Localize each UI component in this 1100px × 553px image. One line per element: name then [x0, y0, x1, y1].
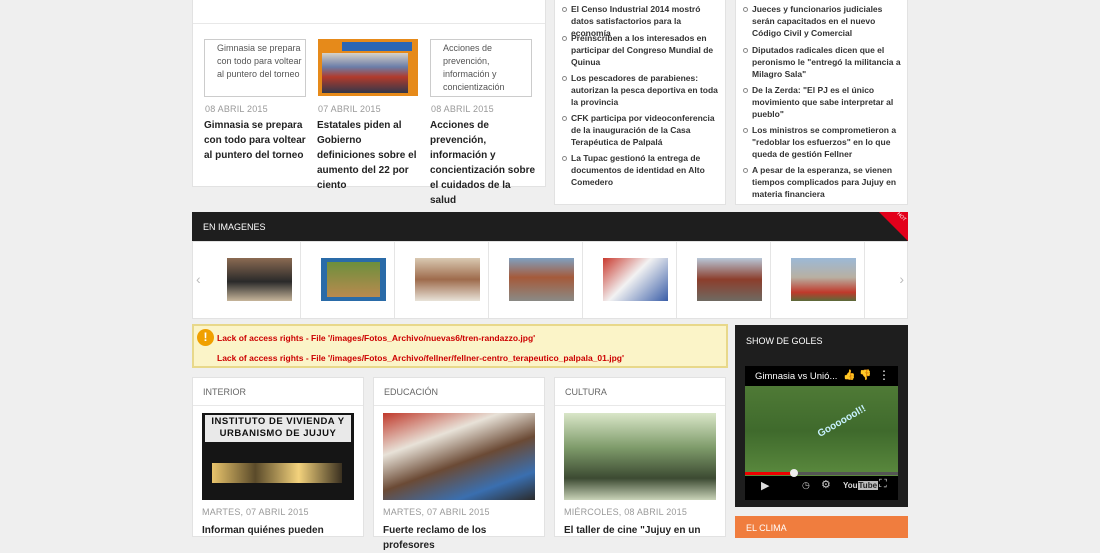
section-cultura-title[interactable]: CULTURA [565, 387, 607, 397]
news-thumb-2[interactable] [318, 39, 418, 96]
photo-banner [342, 42, 412, 51]
building-lights [212, 463, 342, 483]
gallery-item[interactable] [207, 242, 301, 318]
top-divider [193, 23, 545, 24]
list-mid-item[interactable]: La Tupac gestionó la entrega de document… [562, 152, 722, 188]
list-right-item[interactable]: Diputados radicales dicen que el peronis… [743, 44, 901, 80]
warning-icon: ! [197, 329, 214, 346]
section-interior-date: MARTES, 07 ABRIL 2015 [202, 507, 309, 517]
section-educacion-photo[interactable] [383, 413, 535, 500]
section-educacion-title[interactable]: EDUCACIÓN [384, 387, 438, 397]
gallery-photo [603, 258, 668, 301]
news-thumb-1-alt: Gimnasia se prepara con todo para voltea… [217, 43, 302, 79]
play-icon[interactable]: ▶ [761, 479, 769, 492]
hot-ribbon: HOT [879, 211, 908, 241]
video-title: Gimnasia vs Unió... [755, 371, 838, 382]
gallery-item[interactable] [771, 242, 865, 318]
images-section-header: EN IMAGENES HOT [192, 211, 908, 241]
gallery-photo [321, 258, 386, 301]
gallery-next-arrow[interactable]: › [899, 271, 904, 287]
section-interior-photo[interactable]: INSTITUTO DE VIVIENDA Y URBANISMO DE JUJ… [202, 413, 354, 500]
gallery-prev-arrow[interactable]: ‹ [196, 271, 201, 287]
gallery-photo [227, 258, 292, 301]
goles-title: SHOW DE GOLES [746, 336, 823, 346]
gallery-photo [791, 258, 856, 301]
access-warning-box: ! Lack of access rights - File '/images/… [192, 324, 728, 368]
list-right-item[interactable]: A pesar de la esperanza, se vienen tiemp… [743, 164, 901, 200]
section-educacion: EDUCACIÓN MARTES, 07 ABRIL 2015 Fuerte r… [373, 377, 545, 551]
section-educacion-headline[interactable]: Fuerte reclamo de los profesores [383, 523, 538, 553]
section-divider [374, 405, 544, 406]
section-divider [193, 405, 363, 406]
list-right-item[interactable]: Jueces y funcionarios judiciales serán c… [743, 3, 901, 39]
photo-crowd [322, 53, 408, 93]
fullscreen-icon[interactable]: ⛶ [879, 478, 887, 491]
section-cultura-photo[interactable] [564, 413, 716, 500]
gallery-item[interactable] [301, 242, 395, 318]
settings-icon[interactable]: ⚙ [821, 478, 831, 491]
dislike-icon[interactable]: 👎 [859, 370, 871, 381]
list-right-item[interactable]: Los ministros se comprometieron a "redob… [743, 124, 901, 160]
video-progress[interactable] [745, 469, 898, 477]
news-title-2[interactable]: Estatales piden al Gobierno definiciones… [317, 118, 421, 193]
gallery-photo [697, 258, 762, 301]
news-thumb-1[interactable]: Gimnasia se prepara con todo para voltea… [204, 39, 306, 97]
list-right-item[interactable]: De la Zerda: "El PJ es el único movimien… [743, 84, 901, 120]
gallery-photo [509, 258, 574, 301]
youtube-logo-icon[interactable]: YouTube [843, 481, 879, 490]
clima-panel: EL CLIMA [735, 516, 908, 538]
news-thumb-3[interactable]: Acciones de prevención, información y co… [430, 39, 532, 97]
section-interior-title[interactable]: INTERIOR [203, 387, 246, 397]
gallery-item[interactable] [489, 242, 583, 318]
sign-board: INSTITUTO DE VIVIENDA Y URBANISMO DE JUJ… [205, 415, 351, 442]
news-title-3[interactable]: Acciones de prevención, información y co… [430, 118, 536, 208]
gallery-photo [415, 258, 480, 301]
hot-label: HOT [895, 211, 908, 223]
images-section-title: EN IMAGENES [203, 222, 266, 232]
image-gallery: ‹ › [192, 241, 908, 319]
section-cultura-date: MIÉRCOLES, 08 ABRIL 2015 [564, 507, 688, 517]
list-mid-item[interactable]: Preinscriben a los interesados en partic… [562, 32, 722, 68]
news-title-1[interactable]: Gimnasia se prepara con todo para voltea… [204, 118, 308, 163]
like-icon[interactable]: 👍 [843, 370, 855, 381]
video-scrubber[interactable] [790, 469, 798, 477]
video-progress-fill [745, 472, 793, 475]
warning-line: Lack of access rights - File '/images/Fo… [217, 353, 624, 363]
section-cultura: CULTURA MIÉRCOLES, 08 ABRIL 2015 El tall… [554, 377, 726, 537]
clima-title: EL CLIMA [746, 523, 787, 533]
clock-icon[interactable]: ◷ [802, 480, 810, 491]
news-thumb-3-alt: Acciones de prevención, información y co… [443, 43, 505, 96]
news-date-1: 08 ABRIL 2015 [205, 104, 268, 114]
news-date-3: 08 ABRIL 2015 [431, 104, 494, 114]
news-date-2: 07 ABRIL 2015 [318, 104, 381, 114]
list-mid-item[interactable]: CFK participa por videoconferencia de la… [562, 112, 722, 148]
section-divider [555, 405, 725, 406]
video-player[interactable]: Gimnasia vs Unió... 👍 👎 ⋮ Gooooool!! ▶ ◷… [745, 366, 898, 500]
more-icon[interactable]: ⋮ [878, 368, 890, 382]
gallery-item[interactable] [677, 242, 771, 318]
section-interior: INTERIOR INSTITUTO DE VIVIENDA Y URBANIS… [192, 377, 364, 537]
section-educacion-date: MARTES, 07 ABRIL 2015 [383, 507, 490, 517]
warning-line: Lack of access rights - File '/images/Fo… [217, 333, 536, 343]
gallery-item[interactable] [395, 242, 489, 318]
gallery-item[interactable] [583, 242, 677, 318]
list-mid-item[interactable]: Los pescadores de parabienes: autorizan … [562, 72, 722, 108]
